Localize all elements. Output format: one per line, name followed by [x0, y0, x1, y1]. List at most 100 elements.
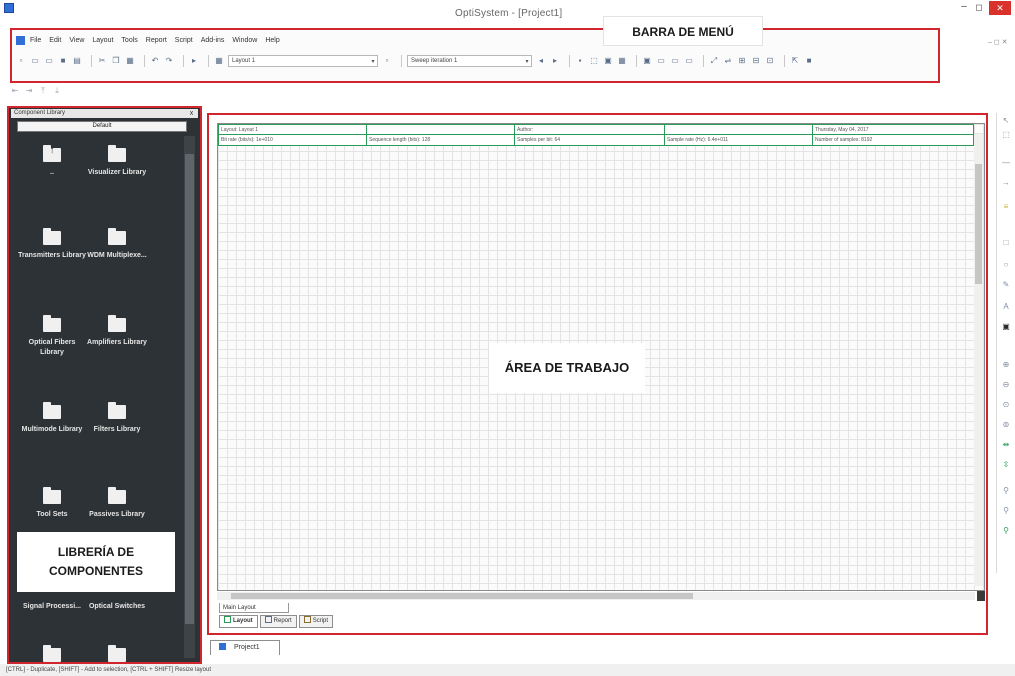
tab-report[interactable]: Report: [259, 615, 297, 628]
menu-help[interactable]: Help: [265, 37, 279, 44]
component-icon[interactable]: ▣: [603, 56, 613, 66]
library-folder[interactable]: Tool Sets: [17, 487, 87, 520]
view-window-icon[interactable]: ▭: [684, 56, 694, 66]
zoom-in-icon[interactable]: ⊕: [1000, 359, 1012, 370]
copy-icon[interactable]: ❐: [111, 56, 121, 66]
zoom-corner-button[interactable]: [977, 591, 985, 601]
tab-main-layout[interactable]: Main Layout: [219, 603, 289, 613]
library-scrollbar[interactable]: [184, 136, 195, 658]
align-left-icon[interactable]: ⇤: [10, 86, 20, 96]
library-folder[interactable]: Amplifiers Library: [82, 315, 152, 348]
print-icon[interactable]: ▤: [72, 56, 82, 66]
probe-run-icon[interactable]: ⚲: [1000, 525, 1012, 536]
view-layout-icon[interactable]: ▣: [642, 56, 652, 66]
library-folder[interactable]: Signal Processi...: [17, 602, 87, 612]
menu-add-ins[interactable]: Add-ins: [201, 37, 225, 44]
library-selector[interactable]: Default: [17, 121, 187, 132]
probe-add-icon[interactable]: ⚲: [1000, 505, 1012, 516]
zoom-area-icon[interactable]: ⊚: [1000, 419, 1012, 430]
close-button[interactable]: ✕: [989, 1, 1011, 15]
run-icon[interactable]: ▸: [189, 56, 199, 66]
mdi-window-controls[interactable]: – ◻ ✕: [988, 38, 1012, 46]
parameter-icon[interactable]: ⊡: [765, 56, 775, 66]
library-folder[interactable]: Multimode Library: [17, 402, 87, 435]
menu-edit[interactable]: Edit: [49, 37, 61, 44]
script-icon[interactable]: ⊟: [751, 56, 761, 66]
rectangle-icon[interactable]: □: [1000, 237, 1012, 248]
paste-icon[interactable]: ▦: [125, 56, 135, 66]
tab-script[interactable]: Script: [298, 615, 334, 628]
vertical-scroll-thumb[interactable]: [975, 164, 982, 284]
undo-icon[interactable]: ↶: [150, 56, 160, 66]
probe-icon[interactable]: ⚲: [1000, 485, 1012, 496]
library-folder[interactable]: Filters Library: [82, 402, 152, 435]
app-icon[interactable]: [4, 3, 14, 13]
view-split-icon[interactable]: ▭: [670, 56, 680, 66]
link-icon[interactable]: ⤢: [709, 56, 719, 66]
select-icon[interactable]: ⬚: [589, 56, 599, 66]
menu-script[interactable]: Script: [175, 37, 193, 44]
zoom-fit-icon[interactable]: ⊙: [1000, 399, 1012, 410]
close-icon[interactable]: x: [187, 109, 196, 118]
marquee-icon[interactable]: ⬚: [1000, 129, 1012, 140]
menu-view[interactable]: View: [69, 37, 84, 44]
tab-project1[interactable]: Project1: [210, 640, 280, 655]
layout-icon[interactable]: ▦: [214, 56, 224, 66]
canvas-horizontal-scrollbar[interactable]: [217, 592, 975, 600]
arrow-tool-icon[interactable]: →: [1000, 177, 1012, 188]
maximize-button[interactable]: ◻: [973, 2, 985, 14]
export-icon[interactable]: ⇱: [790, 56, 800, 66]
menu-tools[interactable]: Tools: [121, 37, 137, 44]
save-icon[interactable]: ■: [58, 56, 68, 66]
minimize-button[interactable]: –: [958, 2, 970, 14]
library-folder[interactable]: WDM Multiplexe...: [82, 228, 152, 261]
align-bottom-icon[interactable]: ⤓: [52, 86, 62, 96]
stop-icon[interactable]: ▪: [575, 56, 585, 66]
new-file-icon[interactable]: ▫: [16, 56, 26, 66]
next-iteration-icon[interactable]: ▸: [550, 56, 560, 66]
canvas-vertical-scrollbar[interactable]: [974, 134, 983, 586]
sweep-iteration-select[interactable]: Sweep iteration 1 ▾: [407, 55, 532, 67]
layout-settings-icon[interactable]: ▫: [382, 56, 392, 66]
save-layout-icon[interactable]: ■: [804, 56, 814, 66]
connect-icon[interactable]: ⇌: [723, 56, 733, 66]
open-sample-icon[interactable]: ▭: [44, 56, 54, 66]
cut-icon[interactable]: ✂: [97, 56, 107, 66]
menu-layout[interactable]: Layout: [92, 37, 113, 44]
view-report-icon[interactable]: ▭: [656, 56, 666, 66]
zoom-out-icon[interactable]: ⊖: [1000, 379, 1012, 390]
tab-script-label: Script: [312, 618, 329, 624]
previous-iteration-icon[interactable]: ◂: [536, 56, 546, 66]
align-top-icon[interactable]: ⤒: [38, 86, 48, 96]
library-folder[interactable]: [82, 645, 152, 662]
layout-select[interactable]: Layout 1 ▾: [228, 55, 378, 67]
text-tool-icon[interactable]: ≡: [1000, 201, 1012, 212]
library-folder[interactable]: Optical Fibers Library: [17, 315, 87, 358]
fit-height-icon[interactable]: ⇳: [1000, 459, 1012, 470]
document-icon[interactable]: [16, 35, 25, 45]
menu-file[interactable]: File: [30, 37, 41, 44]
library-folder[interactable]: Visualizer Library: [82, 145, 152, 178]
align-right-icon[interactable]: ⇥: [24, 86, 34, 96]
library-scroll-thumb[interactable]: [185, 154, 194, 624]
library-folder[interactable]: Passives Library: [82, 487, 152, 520]
tab-layout[interactable]: Layout: [219, 615, 258, 628]
fit-width-icon[interactable]: ⇹: [1000, 439, 1012, 450]
horizontal-scroll-thumb[interactable]: [231, 593, 693, 599]
ellipse-icon[interactable]: ○: [1000, 259, 1012, 270]
menu-window[interactable]: Window: [232, 37, 257, 44]
pointer-icon[interactable]: ↖: [1000, 115, 1012, 126]
menu-report[interactable]: Report: [146, 37, 167, 44]
library-folder[interactable]: ..: [17, 145, 87, 178]
library-folder[interactable]: Optical Switches: [82, 602, 152, 612]
subsystem-icon[interactable]: ⊞: [737, 56, 747, 66]
line-icon[interactable]: ―: [1000, 157, 1012, 168]
library-folder[interactable]: [17, 645, 87, 662]
redo-icon[interactable]: ↷: [164, 56, 174, 66]
library-folder[interactable]: Transmitters Library: [17, 228, 87, 261]
label-icon[interactable]: A: [1000, 301, 1012, 312]
open-folder-icon[interactable]: ▭: [30, 56, 40, 66]
image-icon[interactable]: ▣: [1000, 321, 1012, 332]
grid-icon[interactable]: ▦: [617, 56, 627, 66]
pen-icon[interactable]: ✎: [1000, 279, 1012, 290]
